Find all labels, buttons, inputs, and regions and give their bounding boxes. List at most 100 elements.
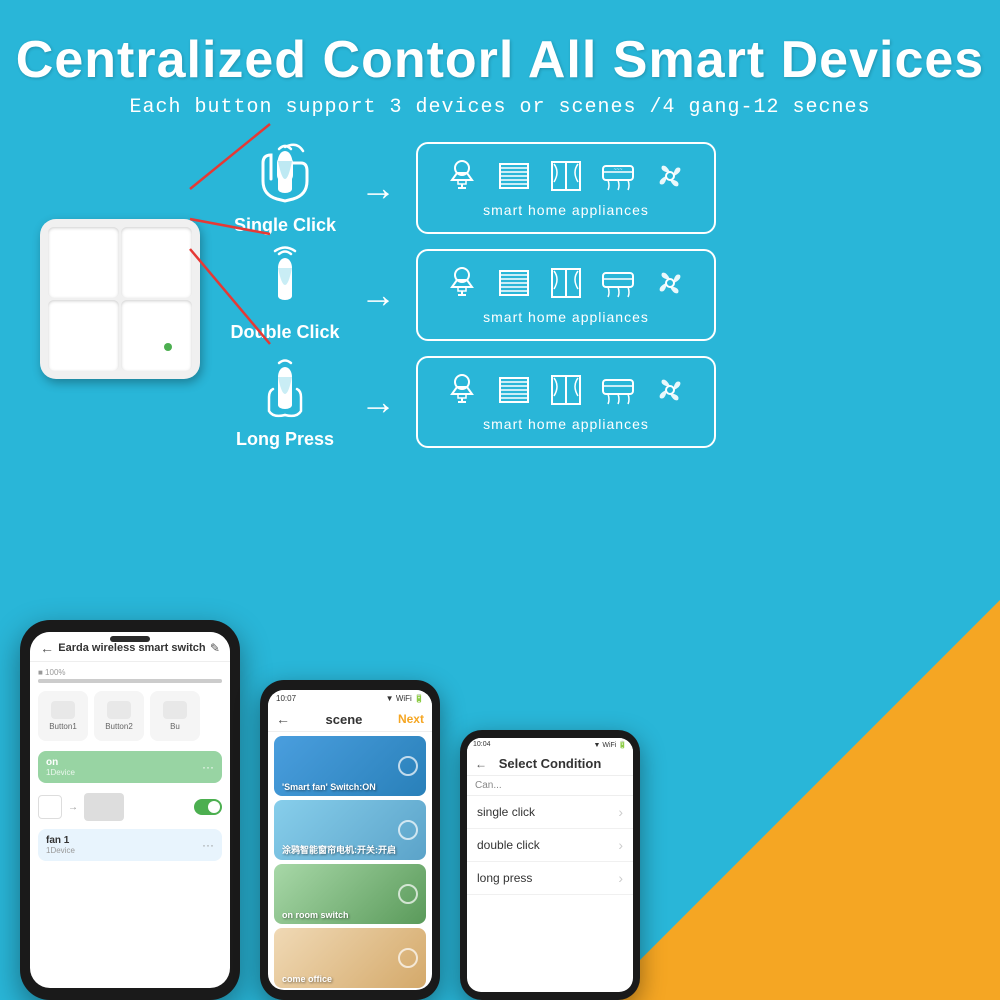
btn-card-3[interactable]: Bu: [150, 691, 200, 741]
switch-device: [40, 219, 200, 379]
blinds-icon-3: [496, 372, 532, 408]
blinds-icon-1: [496, 158, 532, 194]
fan-more[interactable]: ···: [202, 838, 214, 852]
blinds-icon-2: [496, 265, 532, 301]
right-header: ← Select Condition: [467, 752, 633, 776]
curtain-icon-1: [548, 158, 584, 194]
phone-mid-screen: 10:07 ▼ WiFi 🔋 ← scene Next 'Smart fan' …: [268, 690, 432, 990]
lamp-icon-3: [444, 372, 480, 408]
condition-arrow-2: ›: [618, 837, 623, 853]
device-icon: [38, 795, 62, 819]
double-click-icon-label: Double Click: [230, 246, 340, 343]
scene-item-4[interactable]: come office: [274, 928, 426, 988]
single-click-arrow: →: [360, 167, 396, 209]
double-click-arrow: →: [360, 274, 396, 316]
scene-label-2: 涂鸦智能窗帘电机:开关:开启: [282, 843, 396, 856]
mid-header: ← scene Next: [268, 707, 432, 732]
long-press-icon-label: Long Press: [230, 353, 340, 450]
mid-back-icon[interactable]: ←: [276, 711, 290, 727]
ac-icon-2: [600, 265, 636, 301]
condition-text-3: long press: [477, 871, 532, 885]
single-click-appliance-label: smart home appliances: [483, 202, 649, 218]
main-title: Centralized Contorl All Smart Devices: [0, 30, 1000, 90]
back-arrow-icon[interactable]: ←: [40, 640, 54, 656]
lamp-icon-1: [444, 158, 480, 194]
on-section: on 1Device ···: [38, 751, 222, 783]
single-click-row: Single Click →: [230, 139, 970, 236]
long-press-arrow: →: [360, 381, 396, 423]
progress-bar: [38, 679, 222, 683]
phone-right: 10:04 ▼ WiFi 🔋 ← Select Condition Can...…: [460, 730, 640, 1000]
scene-item-2[interactable]: 涂鸦智能窗帘电机:开关:开启: [274, 800, 426, 860]
single-click-gesture-icon: [253, 139, 318, 211]
condition-single-click[interactable]: single click ›: [467, 796, 633, 829]
device-thumbnail: [84, 793, 124, 821]
edit-icon[interactable]: ✎: [210, 641, 220, 655]
condition-long-press[interactable]: long press ›: [467, 862, 633, 895]
scene-item-3[interactable]: on room switch: [274, 864, 426, 924]
single-click-icon-label: Single Click: [230, 139, 340, 236]
switch-btn-top-right: [121, 227, 192, 298]
scene-label-1: 'Smart fan' Switch:ON: [282, 782, 376, 792]
long-press-gesture-icon: [253, 353, 318, 425]
double-click-appliance-icons: [444, 265, 688, 301]
switch-btn-bottom-right: [121, 300, 192, 371]
scene-circle-3: [398, 884, 418, 904]
phone-main: ← Earda wireless smart switch ✎ ■ 100% B…: [20, 620, 240, 1000]
green-indicator-dot: [164, 343, 172, 351]
toggle-switch[interactable]: [194, 799, 222, 815]
double-click-appliance-box: smart home appliances: [416, 249, 716, 341]
phone-right-screen: 10:04 ▼ WiFi 🔋 ← Select Condition Can...…: [467, 738, 633, 992]
single-click-appliance-box: ~~~ smart home appliances: [416, 142, 716, 234]
phone-mid: 10:07 ▼ WiFi 🔋 ← scene Next 'Smart fan' …: [260, 680, 440, 1000]
fan-icon-1: [652, 158, 688, 194]
condition-text-1: single click: [477, 805, 535, 819]
mid-signal-icons: ▼ WiFi 🔋: [386, 694, 424, 703]
btn-card-label-1: Button1: [49, 722, 77, 731]
fan-icon-3: [652, 372, 688, 408]
on-sub: 1Device: [46, 768, 75, 777]
scene-circle-2: [398, 820, 418, 840]
scene-label-3: on room switch: [282, 910, 349, 920]
phone-main-body: ■ 100% Button1 Button2: [30, 662, 230, 867]
phone-main-screen: ← Earda wireless smart switch ✎ ■ 100% B…: [30, 632, 230, 988]
actions-area: Single Click →: [230, 139, 970, 450]
phones-area: ← Earda wireless smart switch ✎ ■ 100% B…: [0, 630, 1000, 1000]
mid-next-button[interactable]: Next: [398, 712, 424, 726]
scene-label-4: come office: [282, 974, 332, 984]
scene-circle-1: [398, 756, 418, 776]
mid-time: 10:07: [276, 694, 296, 703]
on-section-more[interactable]: ···: [202, 760, 214, 774]
right-back-icon[interactable]: ←: [475, 757, 487, 771]
main-background: Centralized Contorl All Smart Devices Ea…: [0, 0, 1000, 1000]
long-press-appliance-box: smart home appliances: [416, 356, 716, 448]
double-click-appliance-label: smart home appliances: [483, 309, 649, 325]
single-click-appliance-icons: ~~~: [444, 158, 688, 194]
device-row: →: [38, 789, 222, 825]
scene-item-1[interactable]: 'Smart fan' Switch:ON: [274, 736, 426, 796]
btn-card-icon-3: [163, 701, 187, 719]
fan-label: fan 1: [46, 835, 75, 846]
btn-card-1[interactable]: Button1: [38, 691, 88, 741]
sub-title: Each button support 3 devices or scenes …: [0, 96, 1000, 119]
content-area: Single Click →: [0, 139, 1000, 450]
btn-card-2[interactable]: Button2: [94, 691, 144, 741]
right-status-bar: 10:04 ▼ WiFi 🔋: [467, 738, 633, 752]
condition-arrow-3: ›: [618, 870, 623, 886]
ac-icon-1: ~~~: [600, 158, 636, 194]
condition-double-click[interactable]: double click ›: [467, 829, 633, 862]
right-can-label: Can...: [467, 776, 633, 796]
mid-status-bar: 10:07 ▼ WiFi 🔋: [268, 690, 432, 707]
right-time: 10:04: [473, 741, 491, 749]
on-label: on: [46, 757, 75, 768]
btn-card-label-3: Bu: [170, 722, 180, 731]
single-click-label: Single Click: [234, 215, 336, 236]
mid-title: scene: [326, 712, 363, 727]
device-arrow-icon: →: [68, 802, 78, 813]
long-press-appliance-label: smart home appliances: [483, 416, 649, 432]
lamp-icon-2: [444, 265, 480, 301]
condition-arrow-1: ›: [618, 804, 623, 820]
double-click-row: Double Click →: [230, 246, 970, 343]
fan-section: fan 1 1Device ···: [38, 829, 222, 861]
right-title: Select Condition: [499, 756, 602, 771]
